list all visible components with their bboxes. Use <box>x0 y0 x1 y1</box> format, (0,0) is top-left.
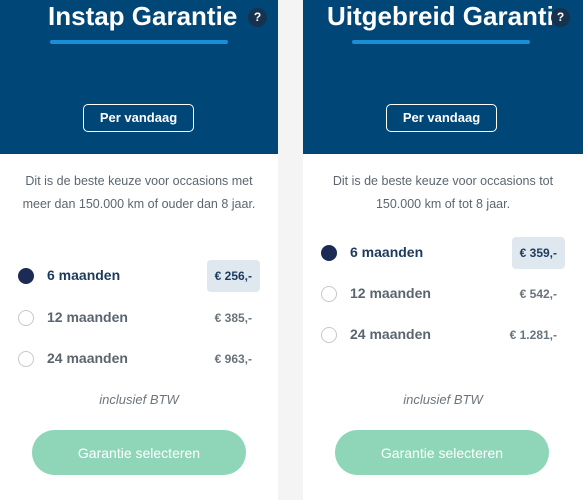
card-title: Instap Garantie <box>48 1 238 31</box>
option-price: € 542,- <box>519 287 557 301</box>
radio-button[interactable] <box>18 351 34 367</box>
option-price: € 385,- <box>214 311 252 325</box>
radio-button[interactable] <box>321 286 337 302</box>
option-price: € 359,- <box>511 237 565 269</box>
option-price: € 963,- <box>214 352 252 366</box>
option-12-maanden[interactable]: 12 maanden € 542,- <box>321 278 565 310</box>
title-underline <box>352 40 530 44</box>
warranty-card-instap: Instap Garantie ? Per vandaag Dit is de … <box>0 0 278 500</box>
help-icon[interactable]: ? <box>551 8 570 27</box>
title-underline <box>50 40 228 44</box>
per-vandaag-button[interactable]: Per vandaag <box>386 104 497 132</box>
option-label: 6 maanden <box>350 244 424 260</box>
option-label: 24 maanden <box>350 326 431 342</box>
radio-button[interactable] <box>18 310 34 326</box>
select-warranty-button[interactable]: Garantie selecteren <box>32 430 246 475</box>
card-description: Dit is de beste keuze voor occasions met… <box>22 174 256 211</box>
card-description: Dit is de beste keuze voor occasions tot… <box>332 174 554 211</box>
vat-note: inclusief BTW <box>403 392 483 407</box>
card-header: Instap Garantie ? Per vandaag <box>0 0 278 154</box>
option-price: € 256,- <box>206 260 260 292</box>
radio-button-checked[interactable] <box>18 268 34 284</box>
option-label: 12 maanden <box>350 285 431 301</box>
card-title: Uitgebreid Garantie <box>327 1 569 31</box>
warranty-card-uitgebreid: Uitgebreid Garantie ? Per vandaag Dit is… <box>303 0 583 500</box>
radio-button-checked[interactable] <box>321 245 337 261</box>
option-price: € 1.281,- <box>509 328 557 342</box>
select-warranty-button[interactable]: Garantie selecteren <box>335 430 549 475</box>
per-vandaag-button[interactable]: Per vandaag <box>83 104 194 132</box>
option-24-maanden[interactable]: 24 maanden € 963,- <box>18 343 260 375</box>
option-6-maanden[interactable]: 6 maanden € 359,- <box>321 237 565 269</box>
vat-note: inclusief BTW <box>99 392 179 407</box>
card-header: Uitgebreid Garantie ? Per vandaag <box>303 0 583 154</box>
option-label: 6 maanden <box>47 267 121 283</box>
option-24-maanden[interactable]: 24 maanden € 1.281,- <box>321 319 565 351</box>
radio-button[interactable] <box>321 327 337 343</box>
help-icon[interactable]: ? <box>248 8 267 27</box>
option-12-maanden[interactable]: 12 maanden € 385,- <box>18 302 260 334</box>
option-label: 24 maanden <box>47 350 128 366</box>
option-6-maanden[interactable]: 6 maanden € 256,- <box>18 260 260 292</box>
option-label: 12 maanden <box>47 309 128 325</box>
